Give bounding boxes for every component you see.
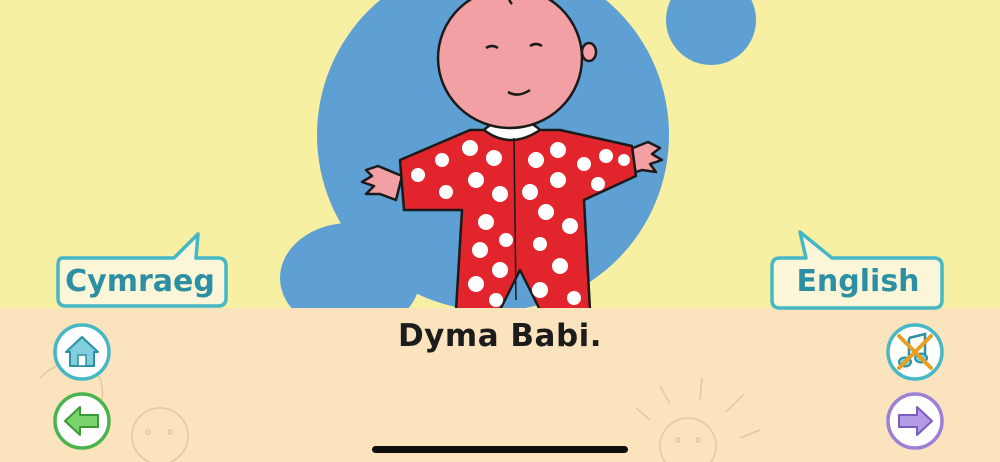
sound-off-icon (886, 323, 944, 381)
sound-toggle-button[interactable] (885, 322, 945, 382)
home-indicator[interactable] (372, 446, 628, 453)
home-button[interactable] (52, 322, 112, 382)
home-icon (53, 323, 111, 381)
welsh-language-label: Cymraeg (65, 264, 215, 299)
arrow-left-icon (53, 392, 111, 450)
english-language-label: English (796, 264, 920, 299)
blue-blob-small (666, 0, 756, 65)
next-page-button[interactable] (885, 391, 945, 451)
story-caption: Dyma Babi. (397, 318, 603, 354)
english-language-button[interactable]: English (768, 230, 948, 312)
welsh-language-button[interactable]: Cymraeg (50, 232, 230, 312)
arrow-right-icon (886, 392, 944, 450)
previous-page-button[interactable] (52, 391, 112, 451)
